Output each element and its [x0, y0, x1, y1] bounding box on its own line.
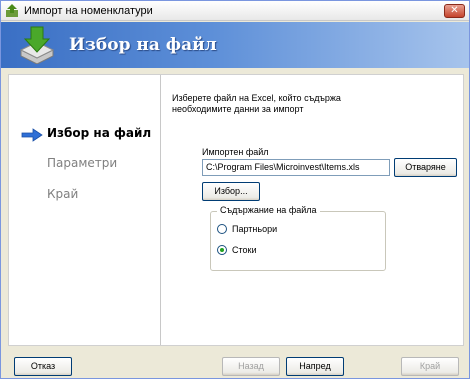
- import-file-label: Импортен файл: [202, 147, 269, 157]
- next-button[interactable]: Напред: [286, 357, 344, 376]
- file-content-group: Съдържание на файла Партньори Стоки: [210, 205, 386, 271]
- import-file-input[interactable]: C:\Program Files\Microinvest\Items.xls: [202, 159, 390, 176]
- radio-goods-label: Стоки: [232, 245, 257, 255]
- radio-partners-label: Партньори: [232, 224, 278, 234]
- app-icon: [6, 3, 18, 17]
- main-panel: Изберете файл на Excel, който съдържа не…: [162, 75, 463, 345]
- banner-title: Избор на файл: [69, 35, 217, 55]
- file-content-group-label: Съдържание на файла: [217, 205, 320, 215]
- radio-goods[interactable]: Стоки: [217, 245, 257, 255]
- current-step-arrow-icon: [21, 128, 43, 142]
- finish-button[interactable]: Край: [401, 357, 459, 376]
- step-finish: Край: [47, 187, 79, 201]
- radio-partners-circle[interactable]: [217, 224, 227, 234]
- back-button[interactable]: Назад: [222, 357, 280, 376]
- steps-panel: Избор на файл Параметри Край: [9, 75, 161, 345]
- step-parameters: Параметри: [47, 156, 118, 170]
- download-arrow-icon: [19, 26, 55, 64]
- close-button[interactable]: ✕: [444, 4, 465, 18]
- wizard-window: Импорт на номенклатури ✕ Избор на файл И…: [0, 0, 470, 379]
- title-bar: Импорт на номенклатури ✕: [1, 1, 469, 21]
- step-choose-file: Избор на файл: [47, 126, 152, 140]
- instruction-text: Изберете файл на Excel, който съдържа не…: [172, 93, 341, 114]
- wizard-banner: Избор на файл: [1, 22, 469, 68]
- radio-partners[interactable]: Партньори: [217, 224, 277, 234]
- wizard-content: Избор на файл Параметри Край Изберете фа…: [8, 74, 464, 346]
- browse-button[interactable]: Избор...: [202, 182, 260, 201]
- open-button[interactable]: Отваряне: [394, 158, 457, 177]
- cancel-button[interactable]: Отказ: [14, 357, 72, 376]
- radio-goods-circle[interactable]: [217, 245, 227, 255]
- window-title: Импорт на номенклатури: [24, 4, 153, 17]
